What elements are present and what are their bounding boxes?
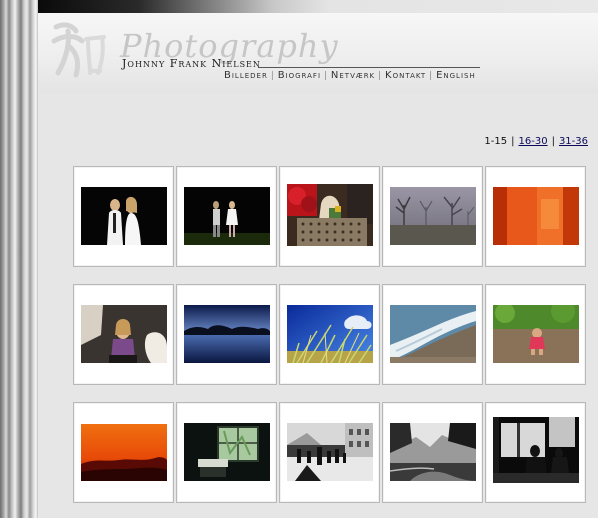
left-stripes-decoration (0, 0, 38, 518)
nav-separator: | (324, 71, 328, 81)
photo-foamy-wave-beach[interactable] (389, 305, 476, 363)
top-gradient-bar (38, 0, 598, 13)
thumbnail-grid (73, 166, 586, 503)
thumbnail-cell[interactable] (73, 166, 174, 267)
pager-separator: | (551, 136, 555, 147)
thumbnail-cell[interactable] (279, 284, 380, 385)
photo-black-white-mountain-river[interactable] (389, 423, 476, 481)
header-divider (258, 67, 480, 68)
thumbnail-cell[interactable] (279, 402, 380, 503)
pager-current: 1-15 (484, 136, 508, 147)
main-nav: Billeder | Biografi | Netværk | Kontakt | Englis… (224, 70, 476, 81)
gallery-pager: 1-15 | 16-30 | 31-36 (484, 136, 588, 147)
nav-item-biografi[interactable]: Biografi (278, 70, 321, 81)
photo-child-in-chair-topdown[interactable] (80, 305, 167, 363)
thumbnail-cell[interactable] (73, 284, 174, 385)
nav-item-billeder[interactable]: Billeder (224, 70, 268, 81)
thumbnail-cell[interactable] (176, 284, 277, 385)
thumbnail-cell[interactable] (485, 166, 586, 267)
calligraphy-logo-icon (51, 22, 106, 78)
thumbnail-cell[interactable] (176, 166, 277, 267)
thumbnail-cell[interactable] (485, 402, 586, 503)
thumbnail-cell[interactable] (382, 166, 483, 267)
nav-separator: | (270, 71, 275, 81)
photo-lake-at-dusk[interactable] (183, 305, 270, 363)
pager-separator: | (511, 136, 515, 147)
nav-item-kontakt[interactable]: Kontakt (385, 70, 426, 81)
thumbnail-cell[interactable] (73, 402, 174, 503)
photographer-name: Johnny Frank Nielsen (122, 57, 261, 70)
thumbnail-cell[interactable] (279, 166, 380, 267)
pager-link-31-36[interactable]: 31-36 (559, 136, 588, 147)
photo-couple-night-field[interactable] (183, 187, 270, 245)
photo-black-white-street[interactable] (286, 423, 373, 481)
photo-black-white-cafe-silhouettes[interactable] (492, 417, 579, 483)
photo-orange-sunset-hills[interactable] (80, 424, 167, 481)
photo-child-with-camera-red[interactable] (286, 184, 373, 246)
thumbnail-cell[interactable] (485, 284, 586, 385)
nav-item-english[interactable]: English (436, 70, 476, 81)
photo-foggy-trees-field[interactable] (389, 187, 476, 245)
nav-separator: | (378, 71, 383, 81)
photo-orange-abstract[interactable] (492, 187, 579, 245)
photo-couple-dark-backdrop[interactable] (80, 187, 167, 245)
nav-separator: | (429, 71, 434, 81)
nav-item-netvaerk[interactable]: Netværk (331, 70, 375, 81)
photo-dark-window-room[interactable] (183, 423, 270, 481)
thumbnail-cell[interactable] (382, 284, 483, 385)
thumbnail-cell[interactable] (382, 402, 483, 503)
site-header: Photography Johnny Frank Nielsen Billede… (38, 13, 598, 93)
pager-link-16-30[interactable]: 16-30 (519, 136, 548, 147)
photo-grass-against-blue-sky[interactable] (286, 305, 373, 363)
thumbnail-cell[interactable] (176, 402, 277, 503)
photo-child-playing-forest[interactable] (492, 305, 579, 363)
